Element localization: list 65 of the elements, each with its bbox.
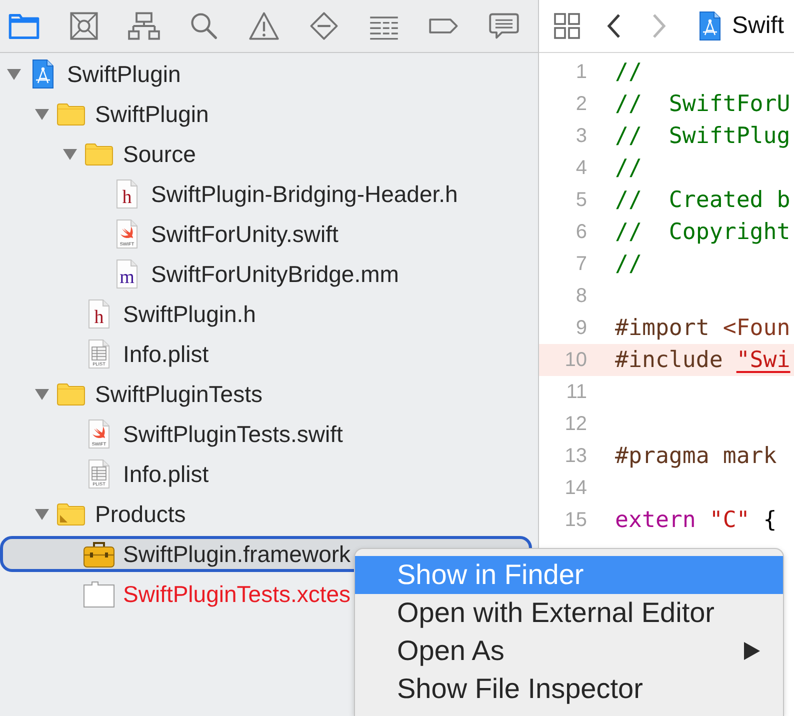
toolbox-icon	[83, 540, 115, 568]
line-number: 4	[574, 156, 587, 180]
navigator-item[interactable]: SwiftPlugin	[0, 54, 181, 94]
submenu-arrow-icon	[743, 641, 761, 661]
code-line: //	[615, 59, 642, 85]
line-number: 2	[574, 92, 587, 116]
line-number: 15	[564, 508, 587, 532]
path-segment[interactable]: Swift	[732, 12, 784, 40]
header-file-icon: h	[87, 299, 111, 329]
crossed-box-icon[interactable]	[68, 11, 100, 41]
disclosure-triangle-icon[interactable]	[34, 107, 50, 121]
line-number: 6	[574, 220, 587, 244]
line-number: 8	[574, 284, 587, 308]
hierarchy-icon[interactable]	[128, 11, 160, 41]
line-number: 10	[564, 348, 587, 372]
source-file-icon: m	[115, 259, 139, 289]
disclosure-triangle-icon[interactable]	[62, 147, 78, 161]
folder-icon	[84, 142, 114, 166]
line-number: 12	[564, 412, 587, 436]
line-number: 9	[574, 316, 587, 340]
navigator-item[interactable]: h SwiftPlugin.h	[0, 294, 256, 334]
diamond-minus-icon[interactable]	[308, 11, 340, 41]
code-line: // Copyright	[615, 219, 790, 245]
code-line: #pragma mark	[615, 443, 777, 469]
header-file-icon: h	[115, 179, 139, 209]
folder-icon	[56, 382, 86, 406]
line-number: 14	[564, 476, 587, 500]
code-line: #import <Foun	[615, 315, 790, 341]
line-number: 11	[565, 380, 587, 404]
code-line: // SwiftForU	[615, 91, 790, 117]
folder-icon	[56, 102, 86, 126]
menu-item[interactable]: Show File Inspector	[355, 670, 783, 708]
line-number: 7	[574, 252, 587, 276]
navigator-item[interactable]: Source	[0, 134, 196, 174]
code-line: extern "C" {	[615, 507, 777, 533]
line-number: 5	[574, 188, 587, 212]
search-icon[interactable]	[188, 11, 220, 41]
grid-icon[interactable]	[553, 12, 581, 40]
line-number: 3	[574, 124, 587, 148]
line-number: 13	[564, 444, 587, 468]
navigator-item[interactable]: h SwiftPlugin-Bridging-Header.h	[0, 174, 458, 214]
menu-item[interactable]: Open As	[355, 632, 783, 670]
code-line: //	[615, 251, 642, 277]
navigator-item[interactable]: Products	[0, 494, 186, 534]
blank-tile-icon	[83, 580, 115, 608]
navigator-item[interactable]: SwiftPluginTests.xctes	[0, 574, 351, 614]
speech-bubble-icon[interactable]	[488, 11, 520, 41]
navigator-item[interactable]: m SwiftForUnityBridge.mm	[0, 254, 399, 294]
warning-icon[interactable]	[248, 11, 280, 41]
disclosure-triangle-icon[interactable]	[34, 387, 50, 401]
line-number: 1	[574, 60, 587, 84]
disclosure-triangle-icon[interactable]	[6, 67, 22, 81]
code-line: // SwiftPlug	[615, 123, 790, 149]
code-line: // Created b	[615, 187, 790, 213]
project-file-icon	[31, 59, 55, 89]
disclosure-triangle-icon[interactable]	[34, 507, 50, 521]
project-file-icon	[698, 11, 722, 41]
code-line: //	[615, 155, 642, 181]
folder-icon	[56, 502, 86, 526]
folder-icon[interactable]	[8, 11, 40, 41]
back-chevron-icon[interactable]	[606, 13, 622, 39]
menu-item[interactable]: Open with External Editor	[355, 594, 783, 632]
code-line: #include "Swi	[615, 347, 790, 373]
navigator-item[interactable]: SwiftPlugin	[0, 94, 209, 134]
navigator-item[interactable]: SwiftPluginTests	[0, 374, 262, 414]
